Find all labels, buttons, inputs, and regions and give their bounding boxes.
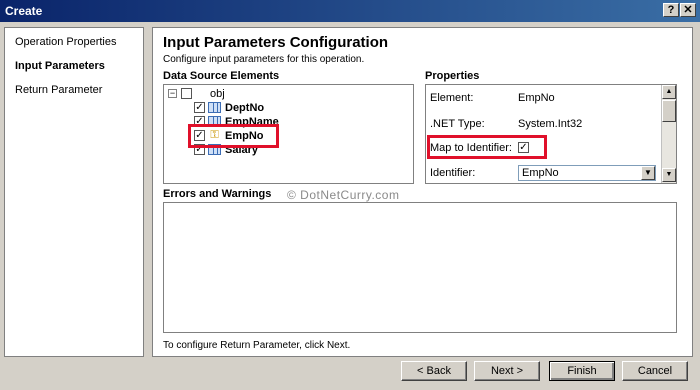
scroll-down-icon[interactable]: ▼ [662,168,676,182]
window-title: Create [5,4,43,18]
errors-label: Errors and Warnings [163,188,272,200]
chevron-down-icon[interactable]: ▼ [641,166,655,180]
close-button[interactable]: ✕ [680,3,696,17]
identifier-value: EmpNo [522,167,559,179]
highlight-box [188,124,279,148]
nav-item-input-parameters[interactable]: Input Parameters [15,60,105,72]
tree-node-label: obj [210,88,225,100]
deptno-checkbox[interactable]: ✓ [194,102,205,113]
identifier-select[interactable]: EmpNo ▼ [518,165,656,181]
root-checkbox[interactable] [181,88,192,99]
wizard-nav: Operation Properties Input Parameters Re… [4,27,144,357]
next-button[interactable]: Next > [474,361,540,381]
page-subtitle: Configure input parameters for this oper… [163,54,365,65]
data-source-tree[interactable]: − obj ✓ DeptNo ✓ EmpName ✓ ⚿ EmpNo ✓ Sal… [163,84,414,184]
column-icon [208,102,221,113]
help-button[interactable]: ? [663,3,679,17]
scroll-thumb[interactable] [662,100,676,122]
tree-node-root[interactable]: − obj [168,87,268,101]
nav-item-operation-properties[interactable]: Operation Properties [15,36,117,48]
data-source-label: Data Source Elements [163,70,280,82]
identifier-label: Identifier: [430,167,476,179]
main-panel: Input Parameters Configuration Configure… [152,27,693,357]
nav-item-return-parameter[interactable]: Return Parameter [15,84,102,96]
element-label: Element: [430,92,474,104]
tree-node-label: DeptNo [225,102,265,114]
tree-node-deptno[interactable]: ✓ DeptNo [194,101,294,115]
page-title: Input Parameters Configuration [163,34,389,51]
properties-grid[interactable]: Element: EmpNo .NET Type: System.Int32 M… [425,84,677,184]
highlight-box [427,135,547,159]
properties-scrollbar[interactable]: ▲ ▼ [661,85,676,183]
properties-label: Properties [425,70,480,82]
collapse-icon[interactable]: − [168,89,177,98]
net-type-label: .NET Type: [430,118,485,130]
finish-button[interactable]: Finish [549,361,615,381]
title-bar: Create ? ✕ [0,0,700,22]
cancel-button[interactable]: Cancel [622,361,688,381]
element-value: EmpNo [518,92,555,104]
net-type-value: System.Int32 [518,118,583,130]
watermark: © DotNetCurry.com [287,188,400,202]
errors-list[interactable] [163,202,677,333]
scroll-up-icon[interactable]: ▲ [662,85,676,99]
back-button[interactable]: < Back [401,361,467,381]
footnote: To configure Return Parameter, click Nex… [163,340,351,351]
